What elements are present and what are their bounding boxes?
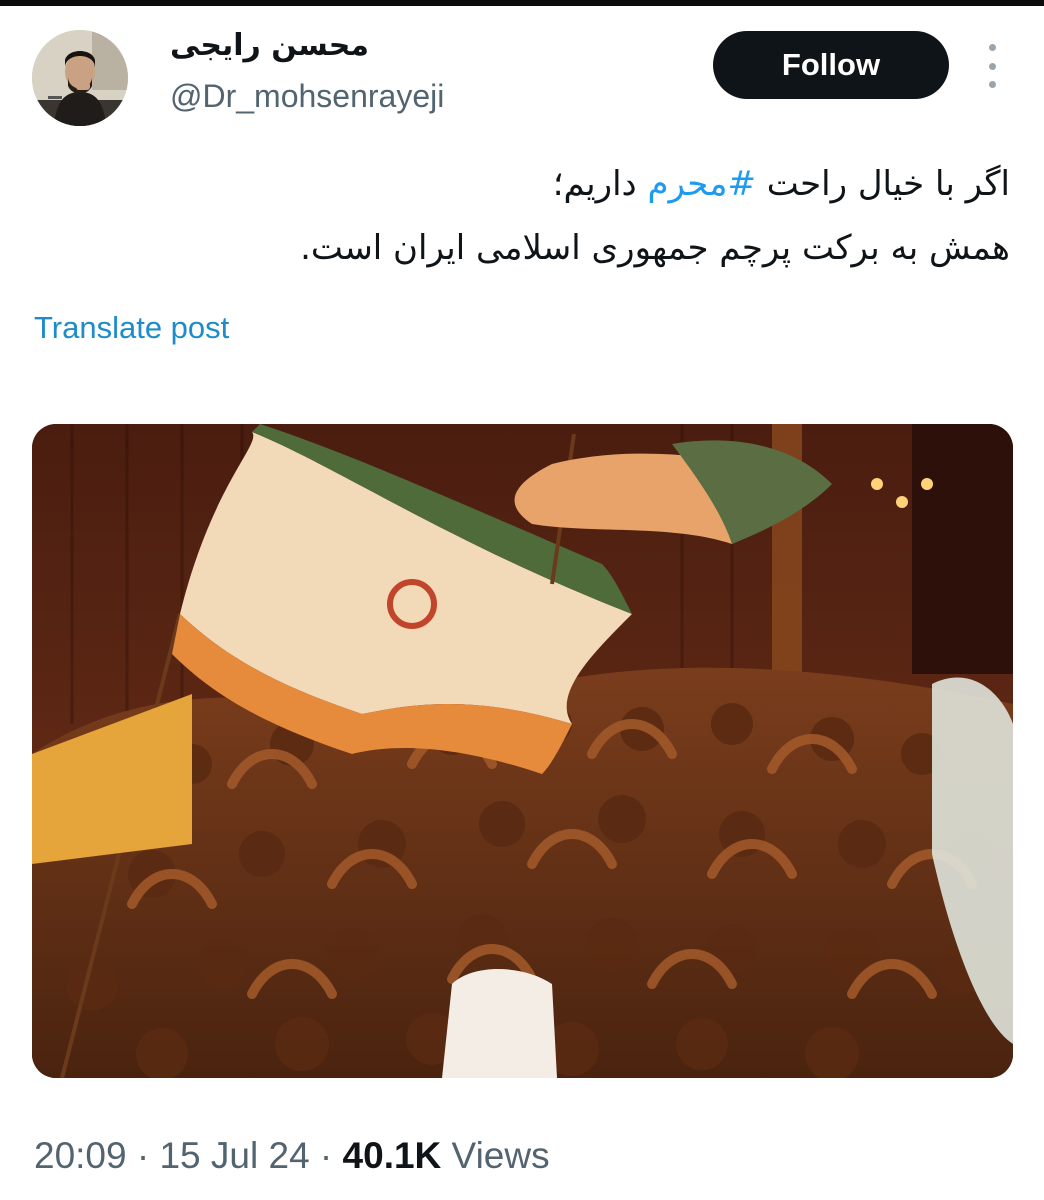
dot [988, 62, 996, 70]
follow-button[interactable]: Follow [713, 31, 949, 99]
post-image-illustration [32, 424, 1013, 1078]
avatar-photo [32, 30, 128, 126]
dot [988, 44, 996, 51]
dot [988, 81, 996, 88]
post-line1-before: اگر با خیال راحت [755, 164, 1010, 204]
post-text: اگر با خیال راحت #محرم داریم؛ همش به برک… [50, 152, 1010, 280]
post-line-1: اگر با خیال راحت #محرم داریم؛ [50, 152, 1010, 216]
views-count: 40.1K [342, 1135, 442, 1176]
post-line1-after: داریم؛ [552, 164, 648, 204]
top-divider [0, 0, 1044, 6]
post-meta: 20:09 · 15 Jul 24 · 40.1K Views [34, 1135, 550, 1177]
author-display-name[interactable]: محسن رایجی [170, 28, 369, 63]
translate-post-link[interactable]: Translate post [34, 310, 229, 346]
author-handle[interactable]: @Dr_mohsenrayeji [170, 78, 444, 115]
views-label: Views [441, 1135, 550, 1176]
meta-separator: · [309, 1135, 343, 1176]
post-image[interactable] [32, 424, 1013, 1078]
meta-separator: · [126, 1135, 160, 1176]
post-line-2: همش به برکت پرچم جمهوری اسلامی ایران است… [300, 228, 1010, 268]
post-date[interactable]: 15 Jul 24 [159, 1135, 309, 1176]
hashtag-link[interactable]: #محرم [647, 164, 755, 204]
post-time[interactable]: 20:09 [34, 1135, 127, 1176]
avatar[interactable] [32, 30, 128, 126]
more-vertical-icon[interactable] [978, 44, 1006, 88]
